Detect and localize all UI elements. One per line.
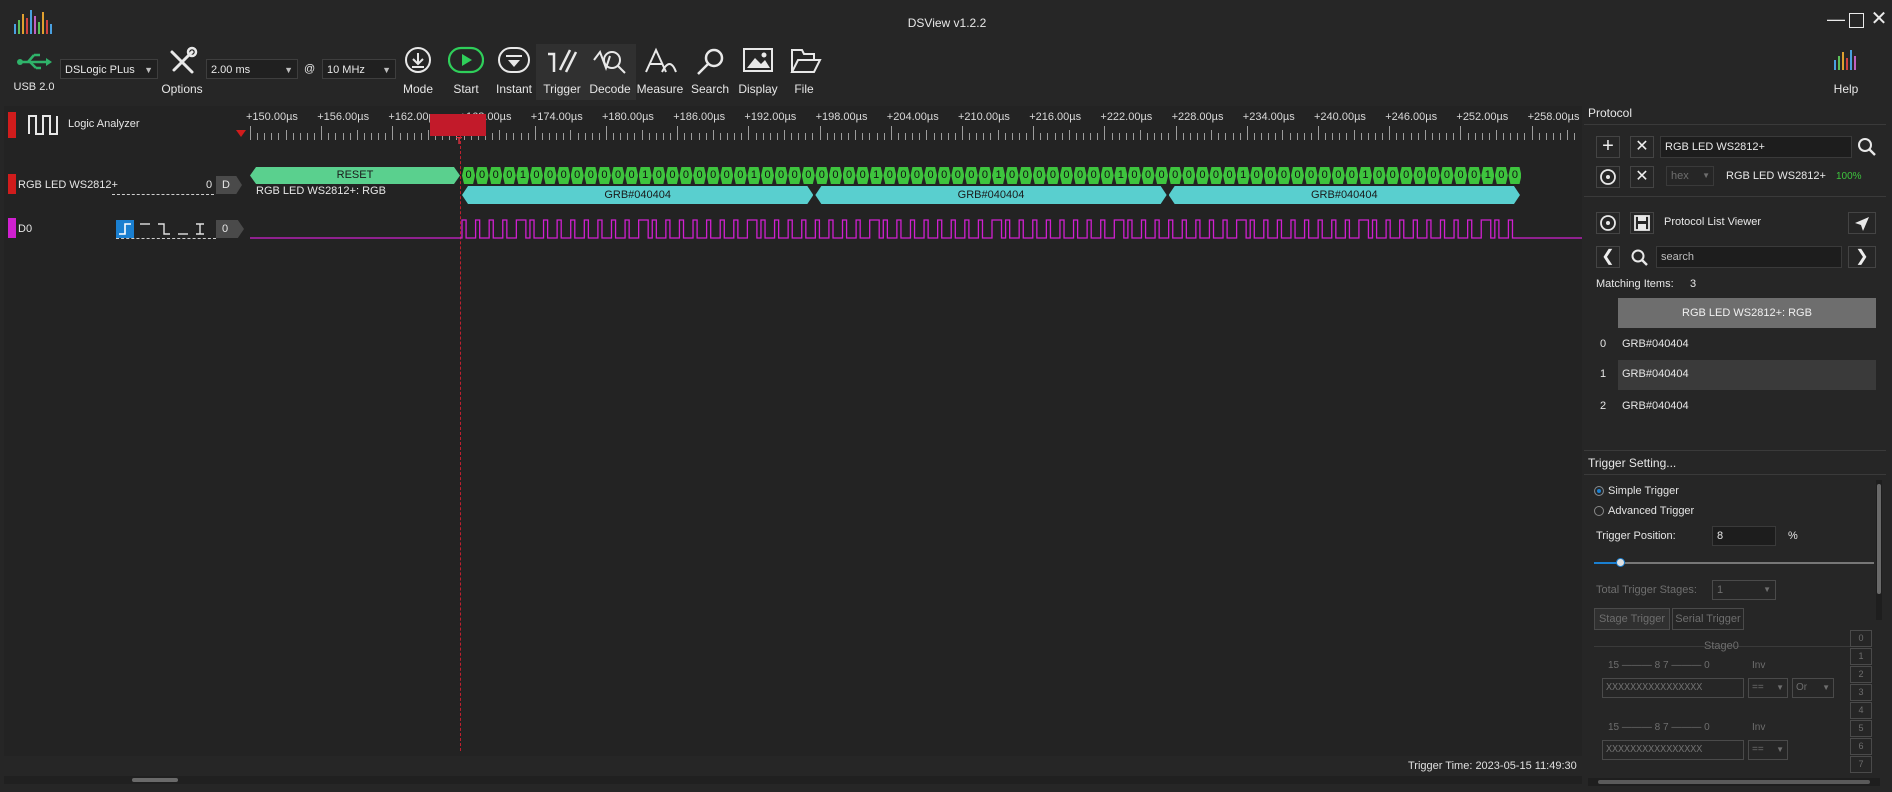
tab-stage-trigger[interactable]: Stage Trigger — [1594, 608, 1670, 630]
total-stages-select[interactable]: 1 ▼ — [1712, 580, 1776, 600]
trigger-position-unit: % — [1788, 530, 1798, 542]
inv-label: Inv — [1752, 660, 1766, 671]
previous-match-icon[interactable]: ❮ — [1596, 246, 1620, 268]
stage-op-value: == — [1752, 682, 1764, 693]
decoder-progress: 100% — [1836, 171, 1862, 182]
list-item-index: 0 — [1600, 338, 1607, 350]
list-search-input[interactable]: search — [1656, 246, 1842, 268]
stage-tab[interactable]: 3 — [1850, 684, 1872, 701]
remove-decoder-icon[interactable]: ✕ — [1630, 166, 1654, 188]
help-logo-icon — [1834, 50, 1856, 70]
trigger-separator — [1584, 474, 1886, 475]
trigger-time: Trigger Time: 2023-05-15 11:49:30 — [1408, 760, 1577, 772]
stage-tab[interactable]: 6 — [1850, 738, 1872, 755]
stage-tab[interactable]: 2 — [1850, 666, 1872, 683]
simple-trigger-radio[interactable] — [1594, 486, 1604, 496]
list-item[interactable]: 2 GRB#040404 — [1596, 392, 1876, 420]
protocol-header: Protocol — [1588, 106, 1633, 120]
next-match-icon[interactable]: ❯ — [1848, 246, 1876, 268]
close-icon[interactable]: ✕ — [1870, 9, 1888, 29]
search-icon — [1631, 249, 1648, 266]
trigger-scrollbar[interactable] — [1876, 480, 1882, 620]
panel-horizontal-scrollbar[interactable] — [1588, 778, 1880, 786]
list-item-value: GRB#040404 — [1618, 360, 1876, 390]
bit-range-label: 15 ——— 8 7 ——— 0 — [1608, 722, 1710, 733]
stage-tab[interactable]: 0 — [1850, 630, 1872, 647]
advanced-trigger-label: Advanced Trigger — [1608, 505, 1695, 517]
stage-logic-select[interactable]: Or ▼ — [1792, 678, 1834, 698]
protocol-separator — [1584, 124, 1886, 125]
chevron-down-icon: ▼ — [1822, 683, 1830, 692]
stage-tab[interactable]: 5 — [1850, 720, 1872, 737]
stage-tab[interactable]: 4 — [1850, 702, 1872, 719]
total-stages-label: Total Trigger Stages: — [1596, 584, 1697, 596]
navigate-icon[interactable] — [1848, 212, 1876, 234]
chevron-down-icon: ▼ — [1776, 683, 1784, 692]
format-select[interactable]: hex ▼ — [1666, 166, 1714, 186]
trigger-separator — [1584, 450, 1886, 451]
stage-tab[interactable]: 7 — [1850, 756, 1872, 773]
scrollbar-thumb[interactable] — [1598, 780, 1870, 784]
stage-op-select[interactable]: == ▼ — [1748, 740, 1788, 760]
scrollbar-thumb[interactable] — [1877, 484, 1881, 594]
inv-label: Inv — [1752, 722, 1766, 733]
list-item-value: GRB#040404 — [1622, 400, 1689, 412]
list-column-header[interactable]: RGB LED WS2812+: RGB — [1618, 298, 1876, 328]
decoder-settings-icon[interactable] — [1596, 166, 1620, 188]
list-viewer-label: Protocol List Viewer — [1664, 216, 1762, 228]
search-icon[interactable] — [1856, 136, 1878, 158]
simple-trigger-label: Simple Trigger — [1608, 485, 1679, 497]
stage-pattern-input[interactable]: XXXXXXXXXXXXXXXX — [1602, 740, 1744, 760]
horizontal-scrollbar[interactable] — [4, 776, 1582, 784]
trigger-position-slider[interactable] — [1594, 558, 1874, 567]
protocol-separator — [1584, 196, 1886, 197]
add-decoder-icon[interactable]: + — [1596, 136, 1620, 158]
list-item-value: GRB#040404 — [1622, 338, 1689, 350]
chevron-down-icon: ▼ — [1763, 585, 1771, 594]
maximize-icon[interactable] — [1849, 13, 1864, 28]
list-item[interactable]: 0 GRB#040404 — [1596, 330, 1876, 358]
stage-logic-value: Or — [1796, 682, 1808, 693]
tab-serial-trigger[interactable]: Serial Trigger — [1672, 608, 1744, 630]
advanced-trigger-radio[interactable] — [1594, 506, 1604, 516]
list-item[interactable]: 1 GRB#040404 — [1596, 360, 1876, 390]
d0-signal-trace — [250, 219, 1582, 239]
help-button[interactable]: Help — [1820, 44, 1872, 100]
total-stages-value: 1 — [1717, 584, 1724, 596]
stage-op-select[interactable]: == ▼ — [1748, 678, 1788, 698]
remove-all-decoders-icon[interactable]: ✕ — [1630, 136, 1654, 158]
list-settings-icon[interactable] — [1596, 212, 1620, 234]
trigger-position-label: Trigger Position: — [1596, 530, 1676, 542]
list-item-index: 1 — [1600, 368, 1607, 380]
save-icon[interactable] — [1630, 212, 1654, 234]
slider-handle[interactable] — [1616, 558, 1625, 567]
trigger-position-input[interactable]: 8 — [1712, 526, 1776, 546]
help-label: Help — [1833, 82, 1859, 96]
list-item-index: 2 — [1600, 400, 1607, 412]
matching-label: Matching Items: — [1596, 278, 1674, 290]
stage-pattern-input[interactable]: XXXXXXXXXXXXXXXX — [1602, 678, 1744, 698]
format-value: hex — [1671, 170, 1689, 182]
stage-tabs: 01234567 — [1850, 630, 1872, 774]
stage-op-value: == — [1752, 744, 1764, 755]
decoder-search-input[interactable]: RGB LED WS2812+ — [1660, 136, 1852, 158]
trigger-header: Trigger Setting... — [1588, 456, 1677, 470]
bit-range-label: 15 ——— 8 7 ——— 0 — [1608, 660, 1710, 671]
d0-waveform — [250, 219, 1582, 239]
scrollbar-thumb[interactable] — [132, 778, 178, 782]
matching-count: 3 — [1690, 278, 1697, 290]
chevron-down-icon: ▼ — [1702, 171, 1710, 180]
stage-tab[interactable]: 1 — [1850, 648, 1872, 665]
minimize-icon[interactable]: — — [1827, 10, 1845, 28]
stage-name: Stage0 — [1704, 640, 1739, 652]
chevron-down-icon: ▼ — [1776, 745, 1784, 754]
decoder-name: RGB LED WS2812+ — [1726, 170, 1826, 182]
